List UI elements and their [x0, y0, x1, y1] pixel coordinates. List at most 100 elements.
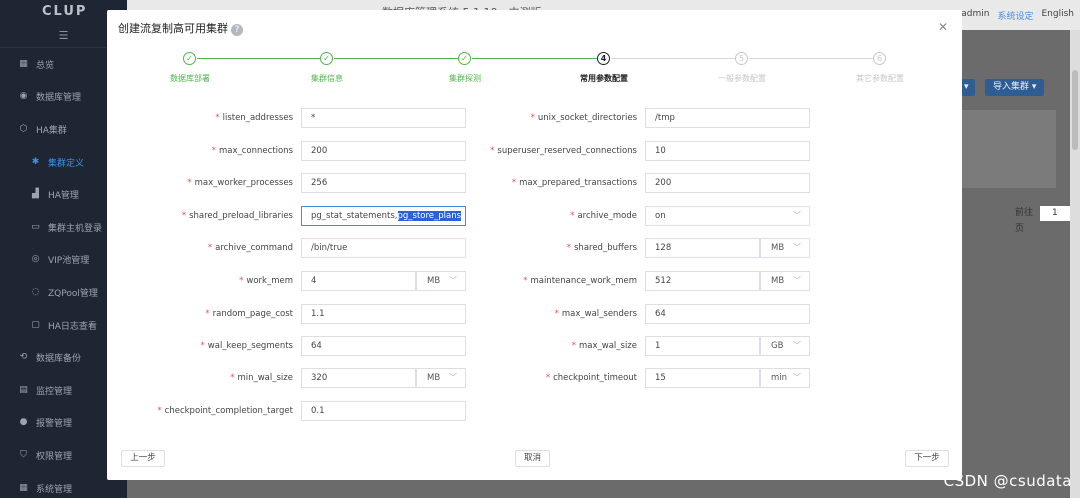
label-min-wal-size: * min_wal_size [230, 373, 293, 383]
step-3-label: 集群探测 [449, 74, 481, 83]
background-table [960, 110, 1056, 188]
input-value: 0.1 [311, 406, 325, 416]
input-value: 64 [655, 309, 666, 319]
gear-icon: ✱ [31, 156, 40, 167]
step-connector [611, 58, 735, 59]
create-cluster-dialog: 创建流复制高可用集群? ✕ ✓ 数据库部署 ✓ 集群信息 ✓ 集群探测 4 常用参数配置 5 一般… [107, 10, 962, 480]
step-1-circle: ✓ [183, 52, 196, 65]
page-scrollbar[interactable] [1070, 30, 1080, 498]
label-listen-addresses: * listen_addresses [215, 113, 293, 123]
step-indicator: ✓ 数据库部署 ✓ 集群信息 ✓ 集群探测 4 常用参数配置 5 一般参数配置 6 其它参数配置 [167, 52, 957, 88]
unit-value: min [771, 373, 788, 383]
settings-link[interactable]: 系统设定 [997, 9, 1033, 22]
pager-prefix: 前往 [1015, 208, 1034, 218]
label-checkpoint-completion-target: * checkpoint_completion_target [157, 406, 293, 416]
pager-suffix: 页 [1015, 224, 1025, 234]
vip-icon: ◎ [31, 254, 40, 265]
label-superuser-reserved-connections: * superuser_reserved_connections [490, 146, 637, 156]
label-max-prepared-transactions: * max_prepared_transactions [511, 178, 637, 188]
step-5-label: 一般参数配置 [718, 74, 766, 83]
label-max-connections: * max_connections [211, 146, 293, 156]
step-2-circle: ✓ [320, 52, 333, 65]
input-work-mem[interactable]: 4 [301, 271, 416, 291]
prev-step-button[interactable]: 上一步 [121, 450, 165, 467]
input-value: 512 [655, 276, 672, 286]
label-archive-mode: * archive_mode [570, 211, 637, 221]
sidebar-item-label: 监控管理 [36, 386, 73, 397]
input-max-prepared-transactions[interactable]: 200 [645, 173, 810, 193]
log-icon: ▢ [31, 319, 40, 330]
pool-icon: ◌ [31, 286, 40, 297]
unit-select-maintenance-work-mem[interactable]: MB ﹀ [760, 271, 810, 291]
input-max-wal-senders[interactable]: 64 [645, 304, 810, 324]
input-maintenance-work-mem[interactable]: 512 [645, 271, 760, 291]
input-value: 200 [311, 146, 328, 156]
label-wal-keep-segments: * wal_keep_segments [200, 341, 293, 351]
pager-input[interactable]: 1 [1039, 206, 1070, 221]
input-shared-buffers[interactable]: 128 [645, 238, 760, 258]
input-min-wal-size[interactable]: 320 [301, 368, 416, 388]
input-value: 200 [655, 178, 672, 188]
input-value: 320 [311, 373, 328, 383]
unit-select-max-wal-size[interactable]: GB ﹀ [760, 336, 810, 356]
label-max-wal-size: * max_wal_size [571, 341, 637, 351]
input-value: 10 [655, 146, 666, 156]
input-value: 256 [311, 178, 328, 188]
sidebar-item-label: HA集群 [36, 125, 67, 136]
step-6-circle: 6 [873, 52, 886, 65]
label-work-mem: * work_mem [239, 276, 293, 286]
alarm-icon: ● [19, 417, 28, 428]
step-6-label: 其它参数配置 [856, 74, 904, 83]
input-value: pg_stat_statements, [311, 211, 398, 221]
sidebar-item-label: 报警管理 [36, 419, 73, 430]
chevron-down-icon: ﹀ [793, 243, 801, 252]
step-connector [334, 58, 458, 59]
unit-value: MB [771, 243, 785, 253]
database-icon: ◉ [19, 91, 28, 102]
user-menu[interactable]: admin [961, 9, 989, 22]
input-max-wal-size[interactable]: 1 [645, 336, 760, 356]
input-value: /bin/true [311, 243, 348, 253]
backup-icon: ⟲ [19, 352, 28, 363]
chevron-down-icon: ﹀ [793, 341, 801, 350]
chevron-down-icon: ﹀ [793, 373, 801, 382]
unit-select-shared-buffers[interactable]: MB ﹀ [760, 238, 810, 258]
step-2-label: 集群信息 [311, 74, 343, 83]
step-connector [197, 58, 320, 59]
input-value: * [311, 113, 316, 123]
input-value: 128 [655, 243, 672, 253]
label-archive-command: * archive_command [207, 243, 293, 253]
input-checkpoint-completion-target[interactable]: 0.1 [301, 401, 466, 421]
label-random-page-cost: * random_page_cost [205, 309, 293, 319]
input-value: 1 [655, 341, 661, 351]
dialog-title: 创建流复制高可用集群? [118, 20, 243, 36]
input-value: 4 [311, 276, 317, 286]
cancel-button[interactable]: 取消 [515, 450, 550, 467]
sidebar-item-label: 总览 [36, 60, 55, 71]
chart-icon: ▟ [32, 189, 39, 200]
input-value: 15 [655, 373, 666, 383]
input-checkpoint-timeout[interactable]: 15 [645, 368, 760, 388]
label-shared-preload-libraries: * shared_preload_libraries [181, 211, 293, 221]
input-unix-socket-directories[interactable]: /tmp [645, 108, 810, 128]
unit-select-checkpoint-timeout[interactable]: min ﹀ [760, 368, 810, 388]
sidebar-item-label: 权限管理 [36, 451, 73, 462]
input-value: 1.1 [311, 309, 325, 319]
help-icon[interactable]: ? [231, 24, 243, 36]
monitor-manage-icon: ▤ [19, 384, 28, 395]
sidebar-item-label: HA管理 [48, 191, 79, 202]
sidebar-item-label: 数据库管理 [36, 93, 82, 104]
language-switch[interactable]: English [1042, 9, 1075, 22]
import-cluster-button[interactable]: 导入集群 ▾ [985, 79, 1045, 96]
input-superuser-reserved-connections[interactable]: 10 [645, 141, 810, 161]
next-step-button[interactable]: 下一步 [905, 450, 949, 467]
label-checkpoint-timeout: * checkpoint_timeout [545, 373, 637, 383]
close-icon[interactable]: ✕ [938, 20, 948, 34]
sidebar-item-label: 系统管理 [36, 484, 73, 495]
input-archive-mode[interactable]: on ﹀ [645, 206, 810, 226]
watermark: CSDN @csudata [943, 472, 1072, 490]
step-5-circle: 5 [735, 52, 748, 65]
step-connector [749, 58, 873, 59]
unit-value: MB [771, 276, 785, 286]
system-icon: ▦ [19, 482, 28, 493]
